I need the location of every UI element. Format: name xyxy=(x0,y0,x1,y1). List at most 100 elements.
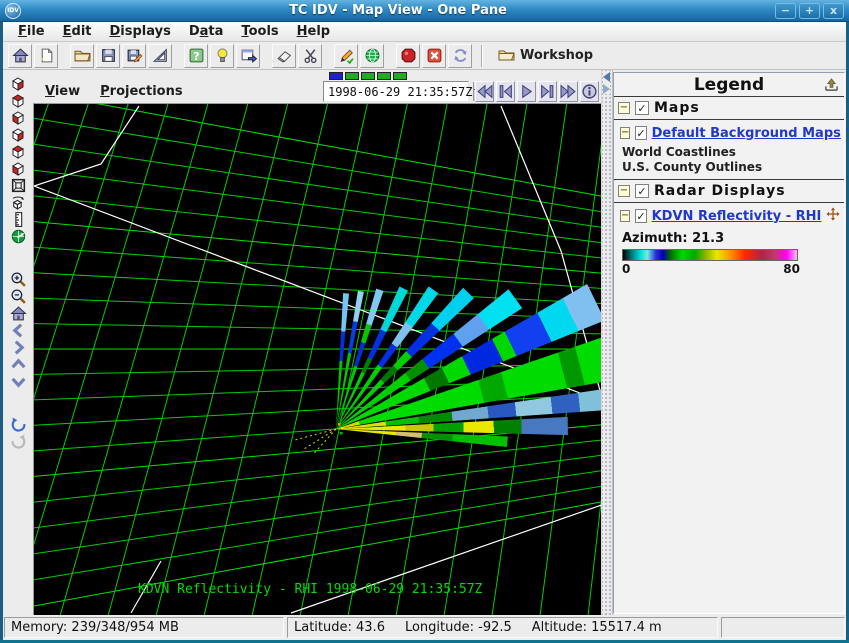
close-button[interactable]: x xyxy=(823,3,844,19)
zoom-in-button[interactable] xyxy=(8,271,28,288)
lock-open-icon[interactable] xyxy=(844,208,845,225)
rotate-cube-button[interactable] xyxy=(8,194,28,211)
chevron-left-button[interactable] xyxy=(8,322,28,339)
properties-icon xyxy=(581,83,598,100)
record-button[interactable] xyxy=(396,44,420,68)
cube3-button[interactable] xyxy=(8,109,28,126)
chevron-right-button[interactable] xyxy=(8,339,28,356)
fast-forward-button[interactable] xyxy=(559,81,578,102)
time-step-3[interactable] xyxy=(377,72,391,80)
move-icon[interactable] xyxy=(826,207,840,225)
collapse-maps-button[interactable] xyxy=(618,102,630,114)
legend-title: Legend xyxy=(694,75,764,95)
cube5-button[interactable] xyxy=(8,143,28,160)
menu-view[interactable]: View xyxy=(35,84,90,99)
idv-logo-icon: IDV xyxy=(5,3,21,19)
radar-legend-body: Azimuth: 21.3 0 80 xyxy=(614,227,844,282)
cube2-icon xyxy=(10,93,26,109)
help-tile-icon: ? xyxy=(188,47,205,64)
time-step-0[interactable] xyxy=(329,72,343,80)
step-back-button[interactable] xyxy=(496,81,515,102)
globe-arrow-button[interactable] xyxy=(8,228,28,245)
home-view-button[interactable] xyxy=(8,305,28,322)
edit-pencil-button[interactable] xyxy=(334,44,358,68)
refresh-button[interactable] xyxy=(448,44,472,68)
latitude-readout: Latitude: 43.6 xyxy=(294,620,385,635)
properties-button[interactable] xyxy=(580,81,599,102)
menu-edit[interactable]: Edit xyxy=(54,22,101,42)
time-selector[interactable]: 1998-06-29 21:35:57Z xyxy=(323,81,469,102)
main-menu-bar: File Edit Displays Data Tools Help xyxy=(3,22,846,42)
stop-remove-button[interactable] xyxy=(422,44,446,68)
play-button[interactable] xyxy=(517,81,536,102)
collapse-kdvn-button[interactable] xyxy=(620,210,630,222)
window-title: TC IDV - Map View - One Pane xyxy=(21,3,775,18)
cut-scissors-button[interactable] xyxy=(298,44,322,68)
zoom-out-button[interactable] xyxy=(8,288,28,305)
step-back-icon xyxy=(497,83,514,100)
globe-icon xyxy=(364,47,381,64)
map-display[interactable]: KDVN Reflectivity - RHI 1998-06-29 21:35… xyxy=(33,103,601,615)
redo-button[interactable] xyxy=(8,433,28,450)
open-folder-button[interactable] xyxy=(70,44,94,68)
radar-visibility-checkbox[interactable] xyxy=(635,184,649,198)
menu-projections[interactable]: Projections xyxy=(90,84,192,99)
cube2-button[interactable] xyxy=(8,92,28,109)
ruler-button[interactable] xyxy=(8,211,28,228)
minimize-button[interactable]: − xyxy=(775,3,796,19)
title-bar[interactable]: IDV TC IDV - Map View - One Pane − + x xyxy=(0,0,849,22)
default-maps-link[interactable]: Default Background Maps xyxy=(652,126,841,141)
float-legend-button[interactable] xyxy=(823,76,840,93)
cube6-button[interactable] xyxy=(8,160,28,177)
collapse-default-maps-button[interactable] xyxy=(620,127,630,139)
maximize-button[interactable]: + xyxy=(799,3,820,19)
main-toolbar: ? Workshop xyxy=(3,42,846,70)
view-toolbar-left xyxy=(3,70,33,615)
cube1-icon xyxy=(10,76,26,92)
menu-tools[interactable]: Tools xyxy=(232,22,287,42)
collapse-left-icon[interactable] xyxy=(603,72,610,82)
radar-display-row: KDVN Reflectivity - RHI xyxy=(614,203,844,227)
cube1-button[interactable] xyxy=(8,75,28,92)
chevron-down-button[interactable] xyxy=(8,373,28,390)
menu-file[interactable]: File xyxy=(9,22,54,42)
menu-displays[interactable]: Displays xyxy=(101,22,180,42)
collapse-right-icon[interactable] xyxy=(603,84,610,94)
menu-data[interactable]: Data xyxy=(180,22,233,42)
collapse-radar-button[interactable] xyxy=(618,185,630,197)
default-maps-checkbox[interactable] xyxy=(635,126,646,140)
kdvn-checkbox[interactable] xyxy=(635,209,646,223)
time-step-2[interactable] xyxy=(361,72,375,80)
cube4-button[interactable] xyxy=(8,126,28,143)
map-overlay-text: KDVN Reflectivity - RHI 1998-06-29 21:35… xyxy=(138,582,483,597)
rewind-button[interactable] xyxy=(475,81,494,102)
globe-button[interactable] xyxy=(360,44,384,68)
chevron-up-button[interactable] xyxy=(8,356,28,373)
eraser-button[interactable] xyxy=(272,44,296,68)
tip-lightbulb-button[interactable] xyxy=(210,44,234,68)
box-outline-button[interactable] xyxy=(8,177,28,194)
new-document-button[interactable] xyxy=(34,44,58,68)
rewind-icon xyxy=(476,83,493,100)
time-step-indicator[interactable] xyxy=(329,72,407,80)
help-tile-button[interactable]: ? xyxy=(184,44,208,68)
kdvn-reflectivity-link[interactable]: KDVN Reflectivity - RHI xyxy=(652,209,822,224)
time-step-1[interactable] xyxy=(345,72,359,80)
toolbar-gap xyxy=(18,245,19,271)
home-button[interactable] xyxy=(8,44,32,68)
export-window-button[interactable] xyxy=(236,44,260,68)
save-button[interactable] xyxy=(96,44,120,68)
save-as-icon xyxy=(126,47,143,64)
colorbar-min-label: 0 xyxy=(622,262,630,276)
split-pane-divider[interactable] xyxy=(601,70,613,615)
workshop-button[interactable]: Workshop xyxy=(498,47,593,65)
county-grid xyxy=(34,104,602,616)
menu-help[interactable]: Help xyxy=(288,22,339,42)
step-forward-button[interactable] xyxy=(538,81,557,102)
draw-button[interactable] xyxy=(148,44,172,68)
undo-button[interactable] xyxy=(8,416,28,433)
ruler-icon xyxy=(10,211,27,228)
time-step-4[interactable] xyxy=(393,72,407,80)
save-as-button[interactable] xyxy=(122,44,146,68)
maps-visibility-checkbox[interactable] xyxy=(635,101,649,115)
